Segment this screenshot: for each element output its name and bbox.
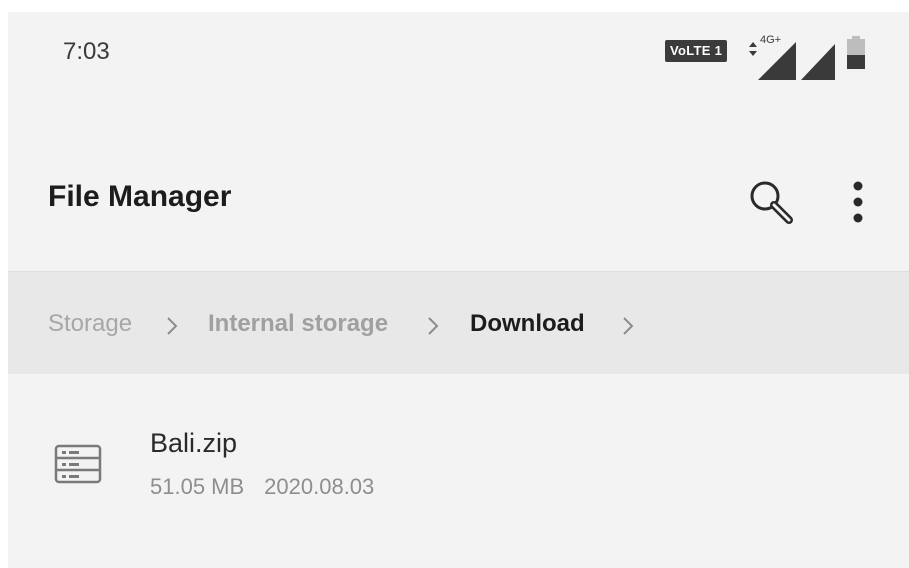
file-name: Bali.zip: [150, 428, 238, 458]
archive-file-icon: [54, 444, 102, 484]
battery-icon: [847, 36, 865, 69]
search-icon: [750, 181, 793, 224]
signal-strength-icon-2: [801, 44, 835, 80]
chevron-right-icon: [428, 317, 439, 335]
file-manager-app: 7:03 VoLTE 1 4G+ File Manager Storage In…: [8, 12, 909, 568]
file-list: Bali.zip 51.05 MB 2020.08.03: [8, 374, 909, 568]
file-date: 2020.08.03: [264, 474, 375, 499]
breadcrumb-item-internal-storage[interactable]: Internal storage: [208, 310, 388, 338]
status-bar: 7:03 VoLTE 1 4G+: [8, 12, 909, 92]
breadcrumb-item-download[interactable]: Download: [470, 310, 585, 338]
status-time: 7:03: [63, 38, 110, 65]
file-list-item[interactable]: Bali.zip 51.05 MB 2020.08.03: [8, 374, 909, 509]
search-button[interactable]: [743, 174, 799, 230]
chevron-right-icon: [623, 317, 634, 335]
file-size: 51.05 MB: [150, 474, 245, 499]
more-vert-icon: [853, 181, 863, 223]
signal-strength-icon: [758, 42, 796, 80]
screen: 7:03 VoLTE 1 4G+ File Manager Storage In…: [0, 0, 909, 568]
page-title: File Manager: [48, 180, 232, 213]
breadcrumb-item-storage[interactable]: Storage: [48, 310, 132, 338]
app-toolbar: File Manager: [8, 92, 909, 272]
more-options-button[interactable]: [838, 174, 878, 230]
volte-badge: VoLTE 1: [665, 40, 728, 62]
breadcrumb: Storage Internal storage Download: [8, 272, 909, 374]
chevron-right-icon: [167, 317, 178, 335]
file-meta: 51.05 MB 2020.08.03: [150, 474, 374, 500]
